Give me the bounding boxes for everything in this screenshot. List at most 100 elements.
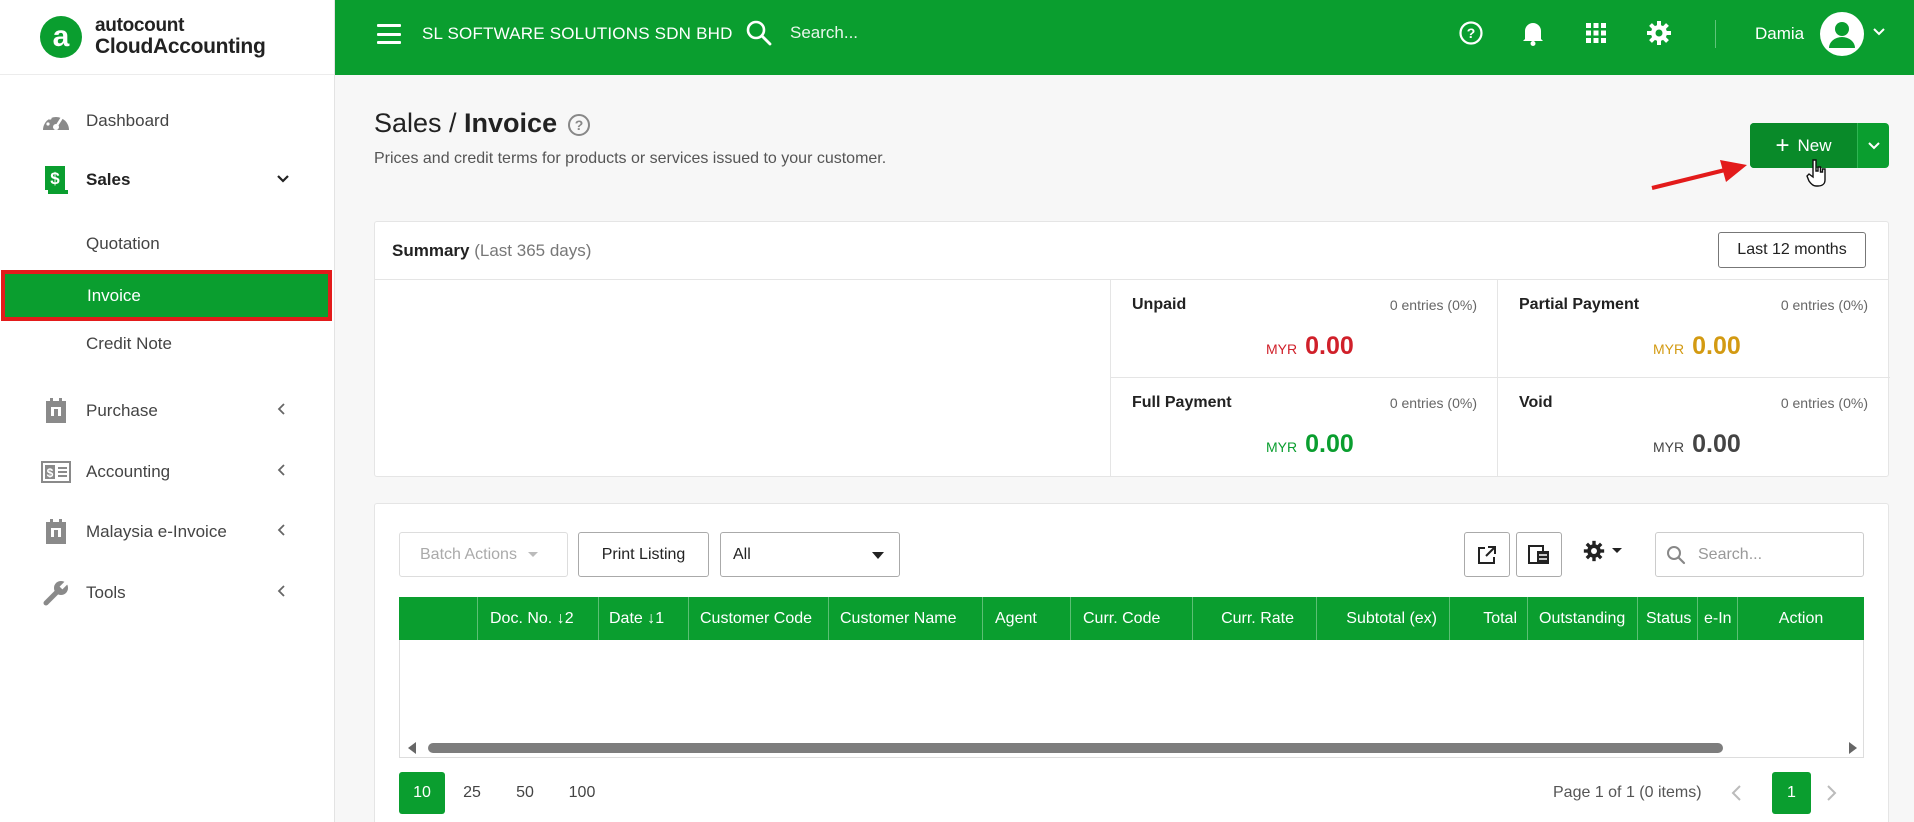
brand-name-bottom: CloudAccounting bbox=[95, 34, 266, 58]
red-arrow-annotation bbox=[1650, 155, 1750, 200]
page-number-current[interactable]: 1 bbox=[1772, 772, 1811, 814]
brand-name-top: autocount bbox=[95, 15, 185, 36]
apps-grid-icon[interactable] bbox=[1582, 19, 1610, 47]
caret-down-icon bbox=[1612, 548, 1622, 553]
export-icon bbox=[1478, 545, 1496, 564]
money-book-icon: $ bbox=[40, 456, 72, 488]
caret-down-icon bbox=[527, 551, 538, 557]
svg-text:?: ? bbox=[1467, 25, 1476, 41]
summary-full-payment[interactable]: Full Payment 0 entries (0%) MYR 0.00 bbox=[1110, 377, 1499, 477]
chevron-left-icon bbox=[276, 523, 286, 542]
sidebar-subitem-credit-note[interactable]: Credit Note bbox=[0, 322, 335, 366]
invoice-list-card: Batch Actions Print Listing All Search..… bbox=[374, 503, 1889, 822]
summary-partial-payment[interactable]: Partial Payment 0 entries (0%) MYR 0.00 bbox=[1497, 280, 1890, 377]
summary-void[interactable]: Void 0 entries (0%) MYR 0.00 bbox=[1497, 377, 1890, 477]
chevron-left-icon bbox=[276, 584, 286, 603]
col-doc-no[interactable]: Doc. No. ↓2 bbox=[477, 597, 598, 640]
breadcrumb: Sales / Invoice bbox=[374, 108, 557, 139]
col-customer-name[interactable]: Customer Name bbox=[828, 597, 982, 640]
column-chooser-button[interactable] bbox=[1516, 532, 1562, 577]
scroll-right-arrow[interactable] bbox=[1849, 742, 1857, 754]
table-body bbox=[399, 640, 1864, 758]
wrench-icon bbox=[40, 577, 72, 609]
search-icon[interactable] bbox=[745, 19, 773, 52]
sidebar-item-label: Malaysia e-Invoice bbox=[86, 522, 227, 541]
page-size-25[interactable]: 25 bbox=[454, 772, 490, 814]
page-size-100[interactable]: 100 bbox=[560, 772, 604, 814]
col-subtotal-ex[interactable]: Subtotal (ex) bbox=[1316, 597, 1449, 640]
avatar[interactable] bbox=[1820, 12, 1864, 56]
sidebar-item-tools[interactable]: Tools bbox=[0, 567, 335, 619]
col-action[interactable]: Action bbox=[1737, 597, 1864, 640]
status-filter-select[interactable]: All bbox=[720, 532, 900, 577]
col-customer-code[interactable]: Customer Code bbox=[688, 597, 828, 640]
export-button[interactable] bbox=[1464, 532, 1510, 577]
global-search-input[interactable]: Search... bbox=[790, 23, 858, 43]
sidebar-item-label: Tools bbox=[86, 583, 126, 602]
col-curr-rate[interactable]: Curr. Rate bbox=[1192, 597, 1316, 640]
col-date[interactable]: Date ↓1 bbox=[598, 597, 688, 640]
page-size-50[interactable]: 50 bbox=[507, 772, 543, 814]
summary-unpaid[interactable]: Unpaid 0 entries (0%) MYR 0.00 bbox=[1110, 280, 1499, 377]
sidebar-item-dashboard[interactable]: Dashboard bbox=[0, 95, 335, 147]
chevron-right-icon[interactable] bbox=[1821, 780, 1843, 806]
table-header: Doc. No. ↓2 Date ↓1 Customer Code Custom… bbox=[399, 597, 1864, 640]
logo-icon: a bbox=[40, 16, 82, 58]
chevron-down-icon[interactable] bbox=[1872, 22, 1886, 47]
chevron-left-icon bbox=[276, 463, 286, 482]
horizontal-scrollbar[interactable] bbox=[408, 741, 1857, 754]
summary-card: Summary (Last 365 days) Last 12 months U… bbox=[374, 221, 1890, 477]
menu-icon[interactable] bbox=[377, 24, 401, 44]
settings-gear-icon[interactable] bbox=[1645, 19, 1673, 47]
breadcrumb-parent[interactable]: Sales / bbox=[374, 108, 464, 138]
user-name[interactable]: Damia bbox=[1755, 24, 1804, 44]
new-button[interactable]: + New bbox=[1750, 123, 1857, 168]
col-einvoice[interactable]: e-In bbox=[1697, 597, 1737, 640]
sidebar-item-malaysia-einvoice[interactable]: Malaysia e-Invoice bbox=[0, 506, 335, 558]
col-agent[interactable]: Agent bbox=[982, 597, 1070, 640]
col-select[interactable] bbox=[399, 597, 477, 640]
help-icon[interactable]: ? bbox=[1457, 19, 1485, 47]
chevron-down-icon bbox=[276, 171, 290, 189]
sidebar-item-label: Purchase bbox=[86, 401, 158, 420]
new-dropdown-button[interactable] bbox=[1857, 123, 1889, 168]
col-curr-code[interactable]: Curr. Code bbox=[1070, 597, 1192, 640]
caret-down-icon bbox=[872, 552, 884, 559]
bell-icon[interactable] bbox=[1519, 19, 1547, 47]
scroll-left-arrow[interactable] bbox=[408, 742, 416, 754]
gauge-icon bbox=[40, 105, 72, 137]
sidebar-item-accounting[interactable]: $ Accounting bbox=[0, 446, 335, 498]
search-icon bbox=[1667, 545, 1686, 564]
sidebar-subitem-quotation[interactable]: Quotation bbox=[0, 222, 335, 266]
list-search-input[interactable]: Search... bbox=[1655, 532, 1864, 577]
scrollbar-thumb[interactable] bbox=[428, 743, 1723, 753]
topbar-divider bbox=[1715, 20, 1716, 48]
grid-settings-button[interactable] bbox=[1583, 540, 1623, 562]
building-icon bbox=[40, 395, 72, 427]
company-name[interactable]: SL SOFTWARE SOLUTIONS SDN BHD bbox=[422, 24, 733, 44]
sidebar-item-label: Accounting bbox=[86, 462, 171, 481]
page-description: Prices and credit terms for products or … bbox=[374, 150, 887, 167]
page-title: Invoice bbox=[464, 108, 558, 138]
period-button[interactable]: Last 12 months bbox=[1718, 232, 1866, 268]
page-info: Page 1 of 1 (0 items) bbox=[1553, 784, 1702, 801]
print-listing-button[interactable]: Print Listing bbox=[578, 532, 709, 577]
page-size-10[interactable]: 10 bbox=[399, 772, 445, 814]
batch-actions-button[interactable]: Batch Actions bbox=[399, 532, 568, 577]
sidebar-subitem-invoice[interactable]: Invoice bbox=[1, 270, 332, 321]
chevron-left-icon[interactable] bbox=[1725, 780, 1747, 806]
col-total[interactable]: Total bbox=[1449, 597, 1527, 640]
help-circle-icon[interactable]: ? bbox=[568, 114, 590, 136]
brand-logo[interactable]: a autocount CloudAccounting bbox=[0, 0, 334, 75]
chevron-left-icon bbox=[276, 402, 286, 421]
sidebar-item-purchase[interactable]: Purchase bbox=[0, 385, 335, 437]
plus-icon: + bbox=[1775, 131, 1790, 159]
col-outstanding[interactable]: Outstanding bbox=[1527, 597, 1637, 640]
sidebar-item-sales[interactable]: $ Sales bbox=[0, 154, 335, 206]
sidebar: a autocount CloudAccounting Dashboard $ … bbox=[0, 0, 335, 822]
summary-title: Summary (Last 365 days) bbox=[392, 241, 592, 260]
col-status[interactable]: Status bbox=[1637, 597, 1697, 640]
hand-cursor-icon bbox=[1806, 158, 1828, 193]
chevron-down-icon bbox=[1867, 141, 1880, 149]
building-icon bbox=[40, 516, 72, 548]
